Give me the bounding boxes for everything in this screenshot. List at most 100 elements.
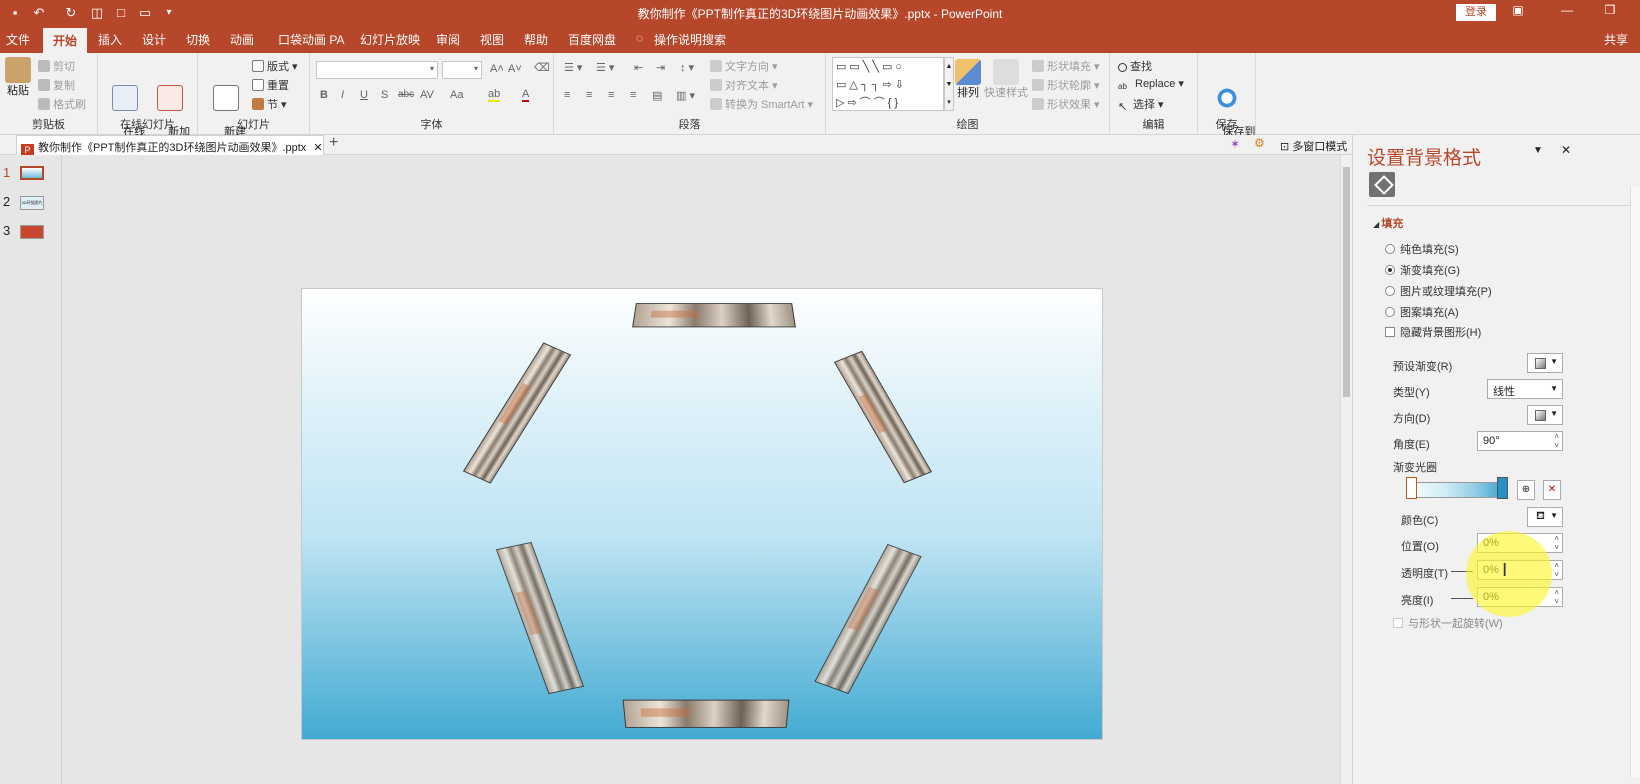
distributed-icon[interactable]: ▤ bbox=[652, 89, 662, 102]
document-tab[interactable]: P教你制作《PPT制作真正的3D环绕图片动画效果》.pptx ✕ ⋮ bbox=[16, 135, 324, 155]
tab-baidu-netdisk[interactable]: 百度网盘 bbox=[568, 31, 616, 48]
ribbon-display-icon[interactable]: ▣ bbox=[1508, 3, 1528, 21]
strikethrough-button[interactable]: abc bbox=[398, 89, 414, 100]
color-dropdown[interactable]: ⛾ ▼ bbox=[1527, 507, 1563, 527]
tab-slideshow[interactable]: 幻灯片放映 bbox=[360, 31, 420, 48]
pane-options-icon[interactable]: ▼ bbox=[1533, 145, 1543, 156]
align-right-icon[interactable]: ≡ bbox=[608, 89, 614, 101]
highlight-icon[interactable]: ab bbox=[488, 88, 501, 102]
tab-pocket-animation[interactable]: 口袋动画 PA bbox=[278, 31, 344, 48]
convert-smartart-button[interactable]: 转换为 SmartArt ▾ bbox=[710, 96, 813, 112]
checkbox[interactable] bbox=[1385, 327, 1395, 337]
italic-button[interactable]: I bbox=[341, 89, 344, 101]
tab-transitions[interactable]: 切换 bbox=[186, 31, 210, 48]
text-direction-button[interactable]: 文字方向 ▾ bbox=[710, 58, 778, 74]
gradient-fill-option[interactable]: 渐变填充(G) bbox=[1385, 262, 1460, 278]
login-button[interactable]: 登录 bbox=[1456, 4, 1496, 21]
brightness-slider[interactable] bbox=[1451, 598, 1473, 599]
reset-button[interactable]: 重置 bbox=[252, 77, 289, 93]
shape-outline-button[interactable]: 形状轮廓 ▾ bbox=[1032, 77, 1100, 93]
checkbox[interactable] bbox=[1393, 618, 1403, 628]
align-text-button[interactable]: 对齐文本 ▾ bbox=[710, 77, 778, 93]
quick-styles-button[interactable]: 快速样式 bbox=[984, 59, 1028, 100]
slide-thumbnail-2[interactable]: 3D环绕图片 bbox=[20, 196, 44, 210]
columns-icon[interactable]: ▥ ▾ bbox=[676, 89, 695, 102]
tab-view[interactable]: 视图 bbox=[480, 31, 504, 48]
line-spacing-icon[interactable]: ↕ ▾ bbox=[680, 61, 694, 74]
shapes-gallery-scroll[interactable]: ▲ ▼ ▾ bbox=[944, 57, 954, 111]
carousel-image-bottom[interactable] bbox=[622, 699, 790, 728]
gradient-stop-1[interactable] bbox=[1406, 477, 1417, 499]
radio-button[interactable] bbox=[1385, 307, 1395, 317]
radio-button[interactable] bbox=[1385, 286, 1395, 296]
wand-icon[interactable]: ✶ bbox=[1230, 137, 1240, 151]
pattern-fill-option[interactable]: 图案填充(A) bbox=[1385, 304, 1459, 320]
align-left-icon[interactable]: ≡ bbox=[564, 89, 570, 101]
align-center-icon[interactable]: ≡ bbox=[586, 89, 592, 101]
share-button[interactable]: 共享 bbox=[1604, 31, 1628, 48]
carousel-image-upper-left[interactable] bbox=[462, 342, 572, 484]
preset-gradient-dropdown[interactable]: ▼ bbox=[1527, 353, 1563, 373]
tab-animations[interactable]: 动画 bbox=[230, 31, 254, 48]
spinner-icon[interactable]: ˄ ˅ bbox=[1554, 561, 1559, 579]
change-case-button[interactable]: Aa bbox=[450, 89, 463, 101]
carousel-image-lower-left[interactable] bbox=[495, 541, 585, 695]
close-tab-icon[interactable]: ✕ bbox=[313, 142, 322, 154]
increase-indent-icon[interactable]: ⇥ bbox=[656, 61, 665, 74]
vertical-scrollbar[interactable] bbox=[1340, 155, 1352, 784]
section-button[interactable]: 节 ▾ bbox=[252, 96, 287, 112]
layout-button[interactable]: 版式 ▾ bbox=[252, 58, 298, 74]
hide-background-option[interactable]: 隐藏背景图形(H) bbox=[1385, 324, 1481, 340]
find-button[interactable]: 查找 bbox=[1118, 58, 1152, 74]
tab-insert[interactable]: 插入 bbox=[98, 31, 122, 48]
fill-icon[interactable] bbox=[1369, 172, 1395, 197]
spinner-icon[interactable]: ˄ ˅ bbox=[1554, 432, 1559, 450]
radio-button[interactable] bbox=[1385, 244, 1395, 254]
character-spacing-button[interactable]: AV bbox=[420, 89, 434, 101]
spinner-icon[interactable]: ˄ ˅ bbox=[1554, 588, 1559, 606]
gradient-stop-2[interactable] bbox=[1497, 477, 1508, 499]
pane-scrollbar[interactable] bbox=[1630, 187, 1640, 777]
carousel-image-upper-right[interactable] bbox=[833, 350, 933, 484]
tell-me-search[interactable]: 操作说明搜索 bbox=[654, 31, 726, 48]
shape-effects-button[interactable]: 形状效果 ▾ bbox=[1032, 96, 1100, 112]
gradient-stops-bar[interactable] bbox=[1411, 482, 1505, 498]
scrollbar-thumb[interactable] bbox=[1343, 167, 1350, 397]
tab-help[interactable]: 帮助 bbox=[524, 31, 548, 48]
font-size-combobox[interactable]: ▾ bbox=[442, 61, 482, 79]
radio-button[interactable] bbox=[1385, 265, 1395, 275]
picture-fill-option[interactable]: 图片或纹理填充(P) bbox=[1385, 283, 1492, 299]
carousel-image-top[interactable] bbox=[632, 303, 796, 328]
underline-button[interactable]: U bbox=[360, 89, 368, 101]
tab-file[interactable]: 文件 bbox=[6, 31, 30, 48]
type-dropdown[interactable]: 线性 ▼ bbox=[1487, 379, 1563, 399]
tab-home[interactable]: 开始 bbox=[43, 28, 88, 53]
shape-fill-button[interactable]: 形状填充 ▾ bbox=[1032, 58, 1100, 74]
format-painter-button[interactable]: 格式刷 bbox=[38, 96, 86, 112]
new-tab-icon[interactable]: + bbox=[329, 134, 338, 152]
shrink-font-icon[interactable]: A˅ bbox=[508, 63, 522, 75]
replace-button[interactable]: ab Replace ▾ bbox=[1118, 77, 1184, 94]
rotate-with-shape-option[interactable]: 与形状一起旋转(W) bbox=[1393, 615, 1503, 631]
shadow-button[interactable]: S bbox=[381, 89, 388, 101]
clear-format-icon[interactable]: ⌫ bbox=[534, 61, 550, 74]
tab-design[interactable]: 设计 bbox=[142, 31, 166, 48]
remove-stop-button[interactable]: ✕ bbox=[1543, 480, 1561, 500]
slide-thumbnail-1[interactable] bbox=[20, 166, 44, 180]
font-color-button[interactable]: A bbox=[522, 88, 530, 102]
maximize-icon[interactable]: ❐ bbox=[1600, 3, 1620, 21]
direction-dropdown[interactable]: ▼ bbox=[1527, 405, 1563, 425]
font-name-combobox[interactable]: ▾ bbox=[316, 61, 438, 79]
gear-icon[interactable]: ⚙ bbox=[1254, 136, 1265, 150]
bold-button[interactable]: B bbox=[320, 89, 328, 101]
slide-thumbnail-3[interactable] bbox=[20, 225, 44, 239]
minimize-icon[interactable]: — bbox=[1557, 3, 1577, 21]
fill-section-header[interactable]: ◢ 填充 bbox=[1373, 215, 1403, 231]
cut-button[interactable]: 剪切 bbox=[38, 58, 75, 74]
close-pane-icon[interactable]: ✕ bbox=[1561, 143, 1571, 157]
decrease-indent-icon[interactable]: ⇤ bbox=[634, 61, 643, 74]
slide-canvas[interactable] bbox=[301, 288, 1103, 740]
solid-fill-option[interactable]: 纯色填充(S) bbox=[1385, 241, 1459, 257]
multi-window-button[interactable]: ⊡ 多窗口模式 bbox=[1280, 138, 1347, 154]
paste-button[interactable]: 粘贴 bbox=[4, 57, 32, 98]
